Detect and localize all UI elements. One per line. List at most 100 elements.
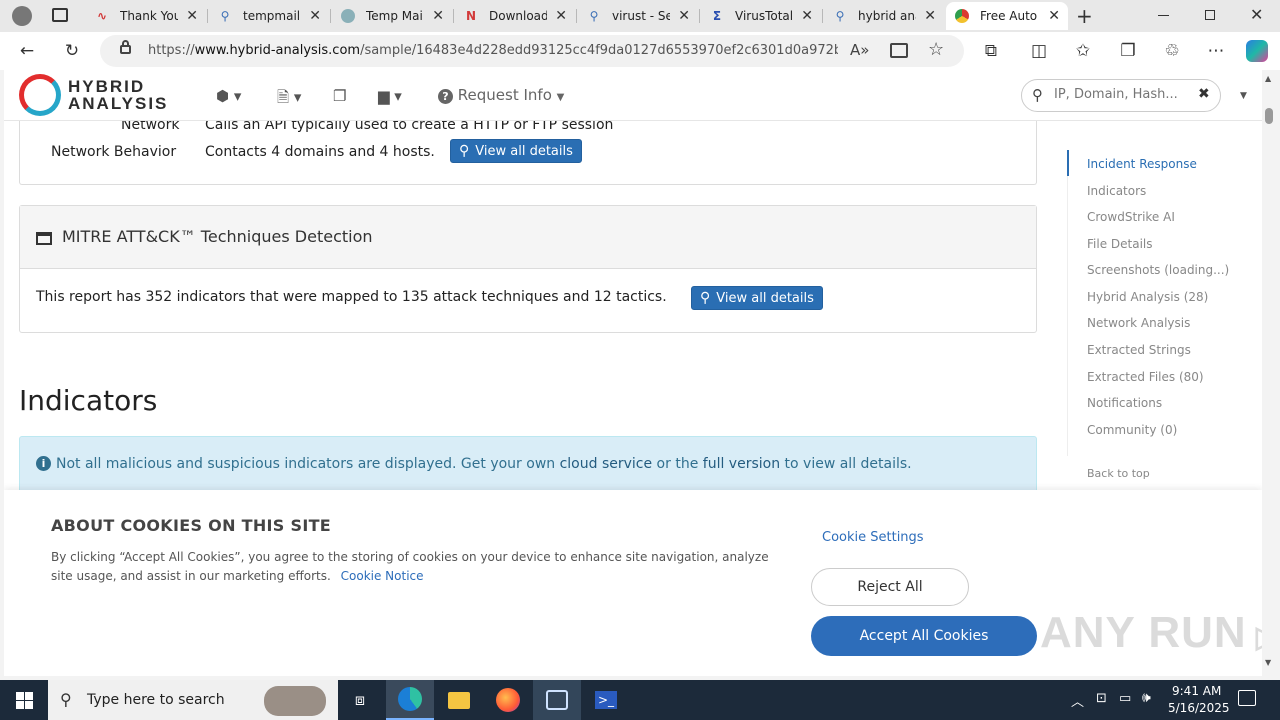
anyrun-watermark-text: ANY RUN bbox=[1040, 608, 1247, 657]
firefox-icon[interactable] bbox=[484, 680, 532, 720]
sidebar-item-incident-response[interactable]: Incident Response bbox=[1087, 157, 1197, 171]
powershell-icon[interactable]: >_ bbox=[582, 680, 630, 720]
close-tab-icon[interactable]: ✕ bbox=[555, 8, 567, 24]
favorite-star-icon[interactable]: ☆ bbox=[928, 39, 944, 60]
copy-menu-icon[interactable]: ❐ bbox=[333, 87, 346, 105]
browser-tab[interactable]: ⚲ hybrid anal ✕ bbox=[824, 2, 944, 30]
address-bar[interactable]: https://www.hybrid-analysis.com/sample/1… bbox=[100, 35, 964, 67]
cookie-notice-link[interactable]: Cookie Notice bbox=[341, 569, 424, 583]
full-version-link[interactable]: full version bbox=[703, 456, 780, 472]
profile-avatar-icon[interactable] bbox=[12, 6, 32, 26]
scroll-up-arrow-icon[interactable]: ▲ bbox=[1265, 74, 1271, 83]
info-circle-icon: i bbox=[36, 456, 51, 471]
collections-icon[interactable]: ❐ bbox=[1117, 40, 1139, 62]
search-icon: ⚲ bbox=[220, 9, 230, 23]
notifications-icon[interactable] bbox=[1238, 690, 1256, 706]
minimize-window-icon[interactable] bbox=[1158, 15, 1169, 16]
browser-tab-bar: ∿ Thank You ✕ ⚲ tempmail - ✕ Temp Mail ✕… bbox=[0, 0, 1280, 32]
reject-all-button[interactable]: Reject All bbox=[811, 568, 969, 606]
sidebar-item-network-analysis[interactable]: Network Analysis bbox=[1087, 316, 1190, 330]
sidebar-item-notifications[interactable]: Notifications bbox=[1087, 396, 1162, 410]
taskbar-search-box[interactable]: ⚲ Type here to search bbox=[48, 680, 338, 720]
back-to-top-link[interactable]: Back to top bbox=[1087, 467, 1150, 480]
close-window-icon[interactable]: ✕ bbox=[1250, 5, 1263, 24]
tray-device-icon[interactable]: ⊡ bbox=[1096, 691, 1107, 706]
virustotal-icon: Σ bbox=[712, 9, 722, 23]
browser-tab-active[interactable]: Free Autom ✕ bbox=[946, 2, 1068, 30]
show-hidden-icons-icon[interactable]: ︿ bbox=[1071, 691, 1084, 710]
split-screen-icon[interactable]: ◫ bbox=[1028, 40, 1050, 62]
immersive-reader-icon[interactable] bbox=[890, 43, 908, 58]
more-menu-icon[interactable]: ⋯ bbox=[1205, 40, 1227, 62]
page-scrollbar[interactable]: ▲ ▼ bbox=[1262, 70, 1276, 676]
accept-all-cookies-button[interactable]: Accept All Cookies bbox=[811, 616, 1037, 656]
browser-tab[interactable]: N Downloadi ✕ bbox=[455, 2, 575, 30]
task-view-icon[interactable]: ⧈ bbox=[336, 680, 384, 720]
restore-window-icon[interactable] bbox=[1205, 10, 1215, 20]
network-behavior-label: Network Behavior bbox=[51, 144, 177, 160]
sidebar-item-screenshots[interactable]: Screenshots (loading...) bbox=[1087, 263, 1229, 277]
performance-icon[interactable]: ♲ bbox=[1161, 40, 1183, 62]
sidebar-item-extracted-files[interactable]: Extracted Files (80) bbox=[1087, 370, 1204, 384]
edge-taskbar-icon[interactable] bbox=[386, 680, 434, 720]
search-input[interactable] bbox=[1054, 87, 1194, 102]
browser-tab[interactable]: Σ VirusTotal - ✕ bbox=[701, 2, 821, 30]
close-tab-icon[interactable]: ✕ bbox=[309, 8, 321, 24]
favorites-icon[interactable]: ✩ bbox=[1072, 40, 1094, 62]
network-view-all-details-button[interactable]: ⚲ View all details bbox=[450, 139, 582, 163]
sidebar-item-file-details[interactable]: File Details bbox=[1087, 237, 1153, 251]
close-tab-icon[interactable]: ✕ bbox=[432, 8, 444, 24]
refresh-icon[interactable]: ↻ bbox=[61, 40, 83, 62]
browser-tab[interactable]: ∿ Thank You ✕ bbox=[86, 2, 206, 30]
sidebar-item-crowdstrike-ai[interactable]: CrowdStrike AI bbox=[1087, 210, 1175, 224]
close-tab-icon[interactable]: ✕ bbox=[186, 8, 198, 24]
close-tab-icon[interactable]: ✕ bbox=[801, 8, 813, 24]
read-aloud-icon[interactable]: A» bbox=[850, 41, 869, 59]
sidebar-item-indicators[interactable]: Indicators bbox=[1087, 184, 1146, 198]
extensions-icon[interactable]: ⧉ bbox=[980, 40, 1002, 62]
file-explorer-icon[interactable] bbox=[435, 680, 483, 720]
close-tab-icon[interactable]: ✕ bbox=[1048, 8, 1060, 24]
header-dropdown-caret-icon[interactable]: ▼ bbox=[1240, 91, 1247, 101]
n-logo-icon: N bbox=[465, 9, 477, 23]
sandbox-menu-icon[interactable]: ⬢ ▾ bbox=[216, 87, 241, 105]
browser-tab[interactable]: ⚲ tempmail - ✕ bbox=[209, 2, 329, 30]
indicators-heading: Indicators bbox=[19, 384, 158, 417]
back-arrow-icon[interactable]: ← bbox=[16, 40, 38, 62]
cloud-service-link[interactable]: cloud service bbox=[560, 456, 653, 472]
clock-date[interactable]: 5/16/2025 bbox=[1168, 701, 1230, 715]
network-tray-icon[interactable]: ▭ bbox=[1119, 691, 1131, 706]
url-text[interactable]: https://www.hybrid-analysis.com/sample/1… bbox=[148, 43, 838, 58]
close-tab-icon[interactable]: ✕ bbox=[924, 8, 936, 24]
file-menu-icon[interactable]: 🗎 ▾ bbox=[277, 87, 301, 112]
scroll-down-arrow-icon[interactable]: ▼ bbox=[1265, 658, 1271, 667]
mitre-panel-header: MITRE ATT&CK™ Techniques Detection bbox=[20, 206, 1036, 269]
site-header: HYBRID ANALYSIS ⬢ ▾ 🗎 ▾ ❐ ▆ ▾ ? Request … bbox=[4, 70, 1262, 121]
hybrid-analysis-logo-icon[interactable] bbox=[19, 74, 61, 116]
mitre-view-all-details-button[interactable]: ⚲ View all details bbox=[691, 286, 823, 310]
site-search-box[interactable]: ⚲ ✖ bbox=[1021, 79, 1221, 112]
close-tab-icon[interactable]: ✕ bbox=[678, 8, 690, 24]
new-tab-icon[interactable]: + bbox=[1076, 4, 1093, 28]
browser-tab[interactable]: Temp Mail ✕ bbox=[332, 2, 452, 30]
tab-actions-icon[interactable] bbox=[52, 8, 68, 22]
clock-time[interactable]: 9:41 AM bbox=[1172, 684, 1221, 698]
sidebar-active-bar bbox=[1067, 150, 1069, 176]
play-triangle-icon: ▷ bbox=[1256, 621, 1262, 654]
sidebar-item-community[interactable]: Community (0) bbox=[1087, 423, 1177, 437]
sidebar-item-hybrid-analysis[interactable]: Hybrid Analysis (28) bbox=[1087, 290, 1208, 304]
windows-start-icon[interactable] bbox=[0, 680, 48, 720]
browser-tab[interactable]: ⚲ virust - Sea ✕ bbox=[578, 2, 698, 30]
scrollbar-thumb[interactable] bbox=[1265, 108, 1273, 124]
cookie-settings-link[interactable]: Cookie Settings bbox=[822, 530, 924, 545]
cookie-text: By clicking “Accept All Cookies”, you ag… bbox=[51, 550, 769, 583]
clear-search-icon[interactable]: ✖ bbox=[1198, 86, 1210, 102]
app-window-icon[interactable] bbox=[533, 680, 581, 720]
folder-menu-icon[interactable]: ▆ ▾ bbox=[378, 87, 402, 105]
page-viewport: HYBRID ANALYSIS ⬢ ▾ 🗎 ▾ ❐ ▆ ▾ ? Request … bbox=[4, 70, 1262, 676]
sidebar-item-extracted-strings[interactable]: Extracted Strings bbox=[1087, 343, 1191, 357]
volume-tray-icon[interactable]: 🕪 bbox=[1142, 690, 1151, 706]
copilot-icon[interactable] bbox=[1246, 40, 1268, 62]
request-info-menu[interactable]: ? Request Info ▼ bbox=[438, 86, 564, 104]
caret-down-icon: ▼ bbox=[556, 92, 565, 103]
